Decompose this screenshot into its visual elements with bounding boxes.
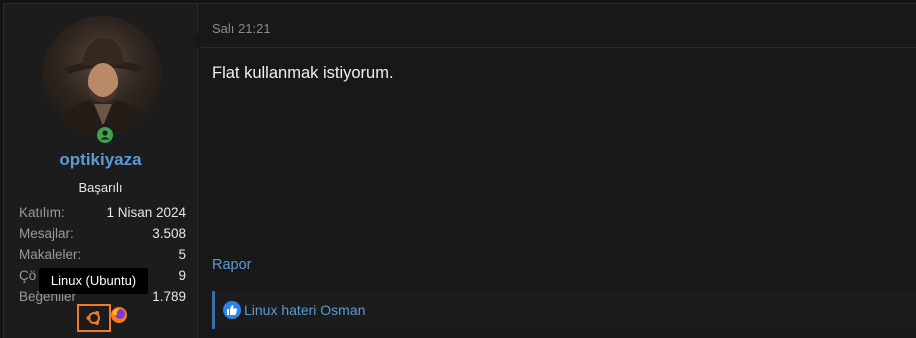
os-tooltip: Linux (Ubuntu) <box>39 268 148 294</box>
reaction-users[interactable]: Linux hateri Osman <box>244 302 365 318</box>
stat-value: 9 <box>178 268 186 283</box>
message-post: optikiyaza Başarılı Katılım: 1 Nisan 202… <box>3 3 916 338</box>
stat-row-articles: Makaleler: 5 <box>19 244 186 265</box>
post-message: Flat kullanmak istiyorum. <box>212 64 394 82</box>
stat-value: 1.789 <box>152 289 186 304</box>
firefox-icon[interactable] <box>110 306 128 329</box>
like-icon <box>223 301 241 319</box>
stat-label: Çö <box>19 268 37 283</box>
stat-label: Mesajlar: <box>19 226 74 241</box>
user-sidebar: optikiyaza Başarılı Katılım: 1 Nisan 202… <box>4 4 198 338</box>
report-link[interactable]: Rapor <box>212 257 252 273</box>
stat-label: Katılım: <box>19 205 65 220</box>
stat-row-joined: Katılım: 1 Nisan 2024 <box>19 202 186 223</box>
user-title: Başarılı <box>78 180 123 195</box>
stat-label: Makaleler: <box>19 247 82 262</box>
stat-row-messages: Mesajlar: 3.508 <box>19 223 186 244</box>
post-divider <box>201 47 916 48</box>
stat-value: 5 <box>178 247 186 262</box>
online-status-icon <box>94 124 116 146</box>
post-date[interactable]: Salı 21:21 <box>212 21 271 36</box>
reactions-bar[interactable]: Linux hateri Osman <box>212 291 916 329</box>
user-avatar[interactable] <box>42 16 162 136</box>
ubuntu-icon[interactable] <box>77 304 111 332</box>
stat-value: 1 Nisan 2024 <box>106 205 186 220</box>
username[interactable]: optikiyaza <box>4 150 197 170</box>
stat-value: 3.508 <box>152 226 186 241</box>
post-arrow <box>190 32 199 50</box>
